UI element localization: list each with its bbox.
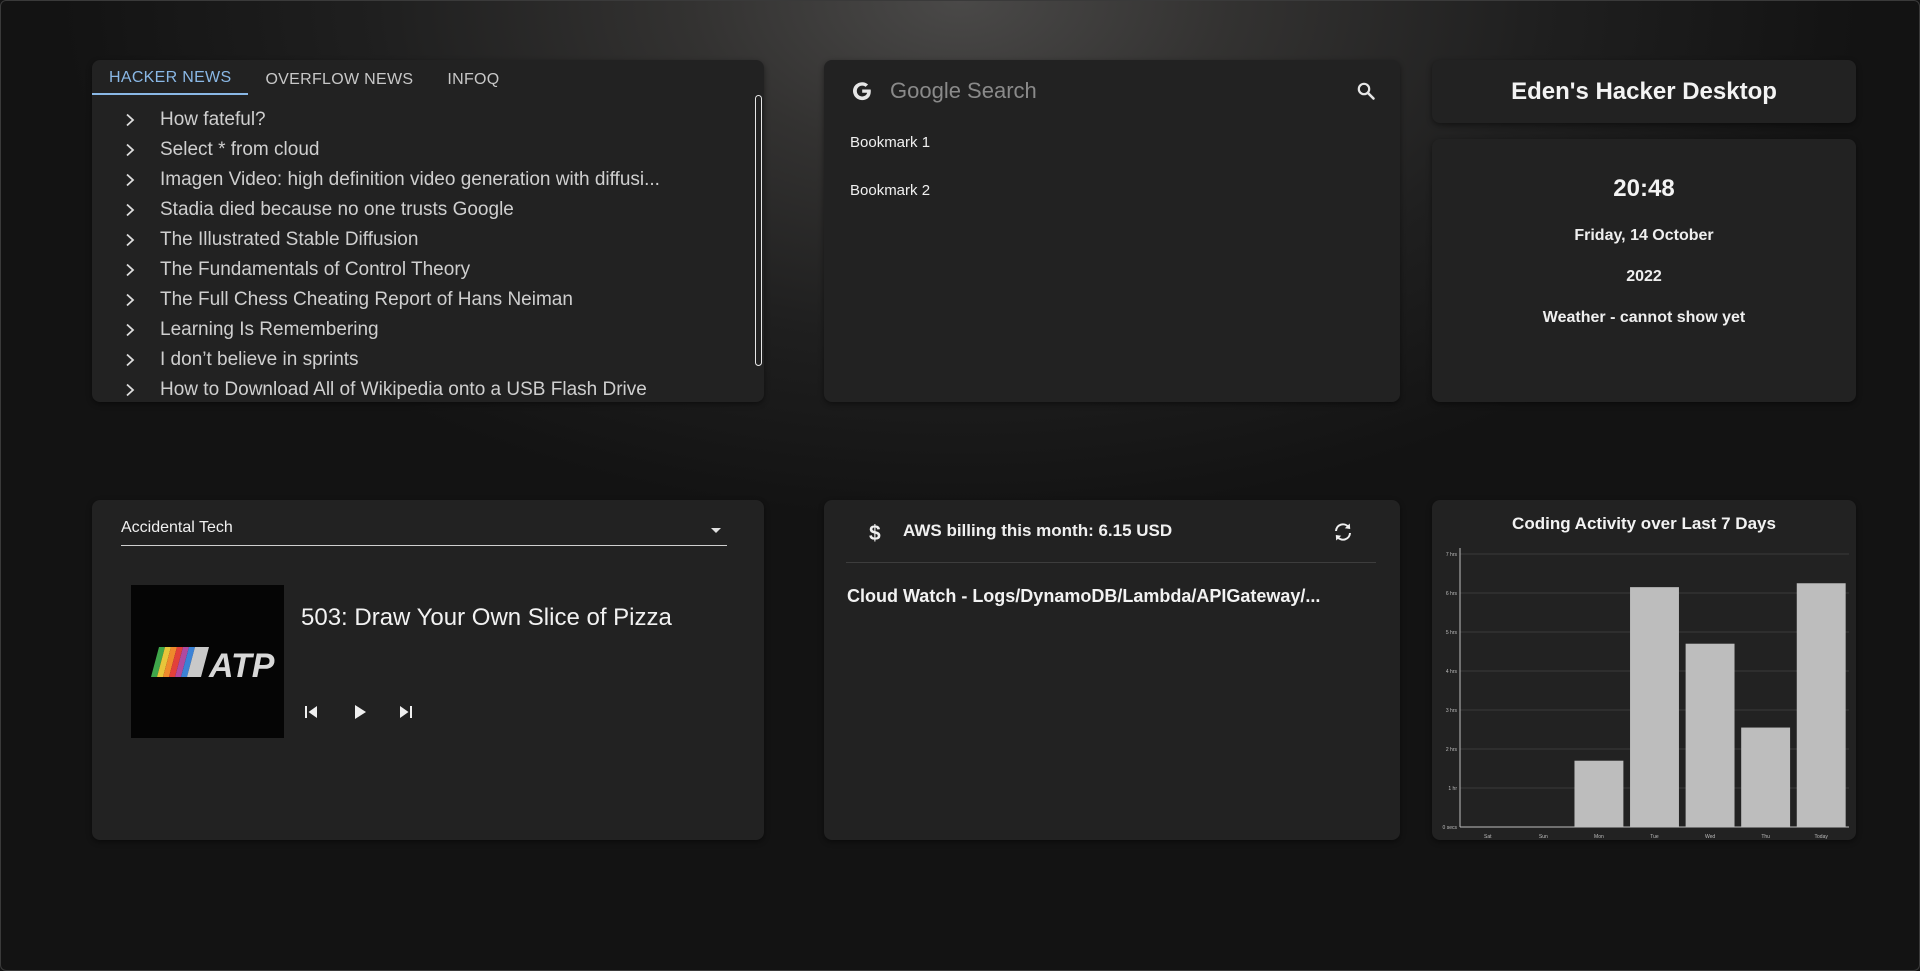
clock-card: 20:48 Friday, 14 October 2022 Weather - … xyxy=(1432,139,1856,402)
desktop-title-card: Eden's Hacker Desktop xyxy=(1432,60,1856,123)
podcast-select-value: Accidental Tech xyxy=(121,519,233,536)
podcast-artwork: ATP xyxy=(131,585,284,738)
chevron-right-icon xyxy=(92,233,160,247)
news-title: Stadia died because no one trusts Google xyxy=(160,199,514,220)
news-card: HACKER NEWS OVERFLOW NEWS INFOQ How fate… xyxy=(92,60,764,402)
news-title: I don’t believe in sprints xyxy=(160,349,359,370)
clock-year: 2022 xyxy=(1626,268,1662,285)
svg-text:ATP: ATP xyxy=(208,647,275,685)
list-item[interactable]: I don’t believe in sprints xyxy=(92,345,754,375)
google-icon xyxy=(846,80,878,102)
coding-activity-card: Coding Activity over Last 7 Days 0 secs 1… xyxy=(1432,500,1856,840)
x-tick-label: Thu xyxy=(1761,834,1770,840)
news-title: The Full Chess Cheating Report of Hans N… xyxy=(160,289,573,310)
x-tick-label: Wed xyxy=(1705,834,1715,840)
skip-previous-icon[interactable] xyxy=(299,700,323,724)
news-scrollbar[interactable] xyxy=(755,95,762,366)
episode-title: 503: Draw Your Own Slice of Pizza xyxy=(301,604,672,631)
clock-date: Friday, 14 October xyxy=(1574,227,1714,244)
y-tick-label: 5 hrs xyxy=(1446,630,1458,636)
bookmark-link-2[interactable]: Bookmark 2 xyxy=(850,182,930,199)
coding-activity-chart: 0 secs 1 hr 2 hrs 3 hrs 4 hrs 5 hrs 6 hrs 7 hrs… xyxy=(1443,548,1849,840)
news-title: Select * from cloud xyxy=(160,139,320,160)
bar-tue xyxy=(1630,587,1679,827)
tab-hacker-news[interactable]: HACKER NEWS xyxy=(92,60,249,95)
list-item[interactable]: Learning Is Remembering xyxy=(92,315,754,345)
search-card: Bookmark 1 Bookmark 2 xyxy=(824,60,1400,402)
clock-time: 20:48 xyxy=(1613,175,1675,202)
y-tick-label: 4 hrs xyxy=(1446,669,1458,675)
news-title: How to Download All of Wikipedia onto a … xyxy=(160,379,647,400)
search-input[interactable] xyxy=(890,73,1340,109)
y-tick-label: 3 hrs xyxy=(1446,708,1458,714)
search-bar xyxy=(824,60,1400,122)
svg-text:$: $ xyxy=(869,522,881,544)
list-item[interactable]: Imagen Video: high definition video gene… xyxy=(92,165,754,195)
cloudwatch-title: Cloud Watch - Logs/DynamoDB/Lambda/APIGa… xyxy=(847,586,1321,606)
news-title: Learning Is Remembering xyxy=(160,319,379,340)
bar-mon xyxy=(1574,760,1624,827)
list-item[interactable]: The Fundamentals of Control Theory xyxy=(92,255,754,285)
bar-today xyxy=(1796,583,1846,827)
dollar-icon: $ xyxy=(866,520,886,545)
chevron-down-icon xyxy=(711,528,721,533)
x-tick-label: Sun xyxy=(1539,834,1548,840)
news-title: How fateful? xyxy=(160,109,266,130)
bar-wed xyxy=(1685,643,1735,827)
weather-status: Weather - cannot show yet xyxy=(1542,309,1746,326)
bookmark-link-1[interactable]: Bookmark 1 xyxy=(850,134,930,151)
chevron-right-icon xyxy=(92,293,160,307)
podcast-select[interactable]: Accidental Tech xyxy=(121,518,727,546)
y-tick-label: 6 hrs xyxy=(1446,591,1458,597)
chevron-right-icon xyxy=(92,353,160,367)
x-tick-label: Tue xyxy=(1650,834,1659,840)
news-tabs: HACKER NEWS OVERFLOW NEWS INFOQ xyxy=(92,60,517,95)
list-item[interactable]: Stadia died because no one trusts Google xyxy=(92,195,754,225)
chevron-right-icon xyxy=(92,263,160,277)
list-item[interactable]: The Full Chess Cheating Report of Hans N… xyxy=(92,285,754,315)
news-list: How fateful? Select * from cloud Imagen Vi… xyxy=(92,105,754,402)
news-title: The Fundamentals of Control Theory xyxy=(160,259,471,280)
chevron-right-icon xyxy=(92,323,160,337)
play-icon[interactable] xyxy=(347,700,371,724)
x-tick-label: Sat xyxy=(1484,834,1492,840)
chevron-right-icon xyxy=(92,173,160,187)
x-tick-label: Mon xyxy=(1594,834,1604,840)
chevron-right-icon xyxy=(92,143,160,157)
chevron-right-icon xyxy=(92,113,160,127)
list-item[interactable]: The Illustrated Stable Diffusion xyxy=(92,225,754,255)
news-title: The Illustrated Stable Diffusion xyxy=(160,229,419,250)
bar-thu xyxy=(1741,727,1791,827)
y-tick-label: 2 hrs xyxy=(1446,747,1458,753)
list-item[interactable]: Select * from cloud xyxy=(92,135,754,165)
chevron-right-icon xyxy=(92,203,160,217)
chevron-right-icon xyxy=(92,383,160,397)
y-tick-label: 1 hr xyxy=(1448,786,1457,792)
x-tick-label: Today xyxy=(1815,834,1829,840)
y-tick-label: 7 hrs xyxy=(1446,552,1458,558)
list-item[interactable]: How fateful? xyxy=(92,105,754,135)
refresh-icon[interactable] xyxy=(1331,520,1355,544)
skip-next-icon[interactable] xyxy=(394,700,418,724)
tab-infoq[interactable]: INFOQ xyxy=(430,60,516,95)
y-tick-label: 0 secs xyxy=(1443,825,1458,831)
news-title: Imagen Video: high definition video gene… xyxy=(160,169,660,190)
aws-billing-header: $ AWS billing this month: 6.15 USD xyxy=(846,500,1376,563)
aws-card: $ AWS billing this month: 6.15 USD Cloud… xyxy=(824,500,1400,840)
page-title: Eden's Hacker Desktop xyxy=(1511,77,1777,105)
aws-billing-label: AWS billing this month: 6.15 USD xyxy=(903,521,1173,540)
podcast-card: Accidental Tech ATP 503: Draw Your Own S… xyxy=(92,500,764,840)
list-item[interactable]: How to Download All of Wikipedia onto a … xyxy=(92,375,754,402)
search-icon[interactable] xyxy=(1354,79,1378,103)
tab-overflow-news[interactable]: OVERFLOW NEWS xyxy=(248,60,430,95)
